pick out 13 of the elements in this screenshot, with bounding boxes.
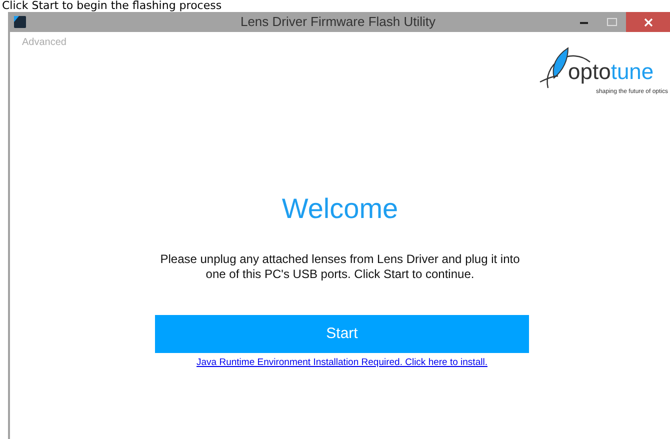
- install-link[interactable]: Java Runtime Environment Installation Required. Click here to install.: [10, 356, 670, 370]
- close-icon: [644, 18, 652, 26]
- minimize-icon: [580, 20, 588, 24]
- start-button[interactable]: Start: [155, 315, 529, 353]
- caption-text: Click Start to begin the flashing process: [1, 0, 223, 12]
- instruction-text: Please unplug any attached lenses from Lens Driver and plug it into one of this PC's USB ports. Click Start to continue.: [159, 252, 521, 282]
- maximize-icon: [607, 18, 617, 26]
- advanced-menu[interactable]: Advanced: [22, 37, 66, 48]
- welcome-heading: Welcome: [282, 193, 398, 224]
- app-icon: [14, 16, 26, 28]
- logo-wordmark: optotune: [568, 60, 654, 84]
- window-title: Lens Driver Firmware Flash Utility: [239, 13, 437, 32]
- close-button[interactable]: [626, 12, 670, 32]
